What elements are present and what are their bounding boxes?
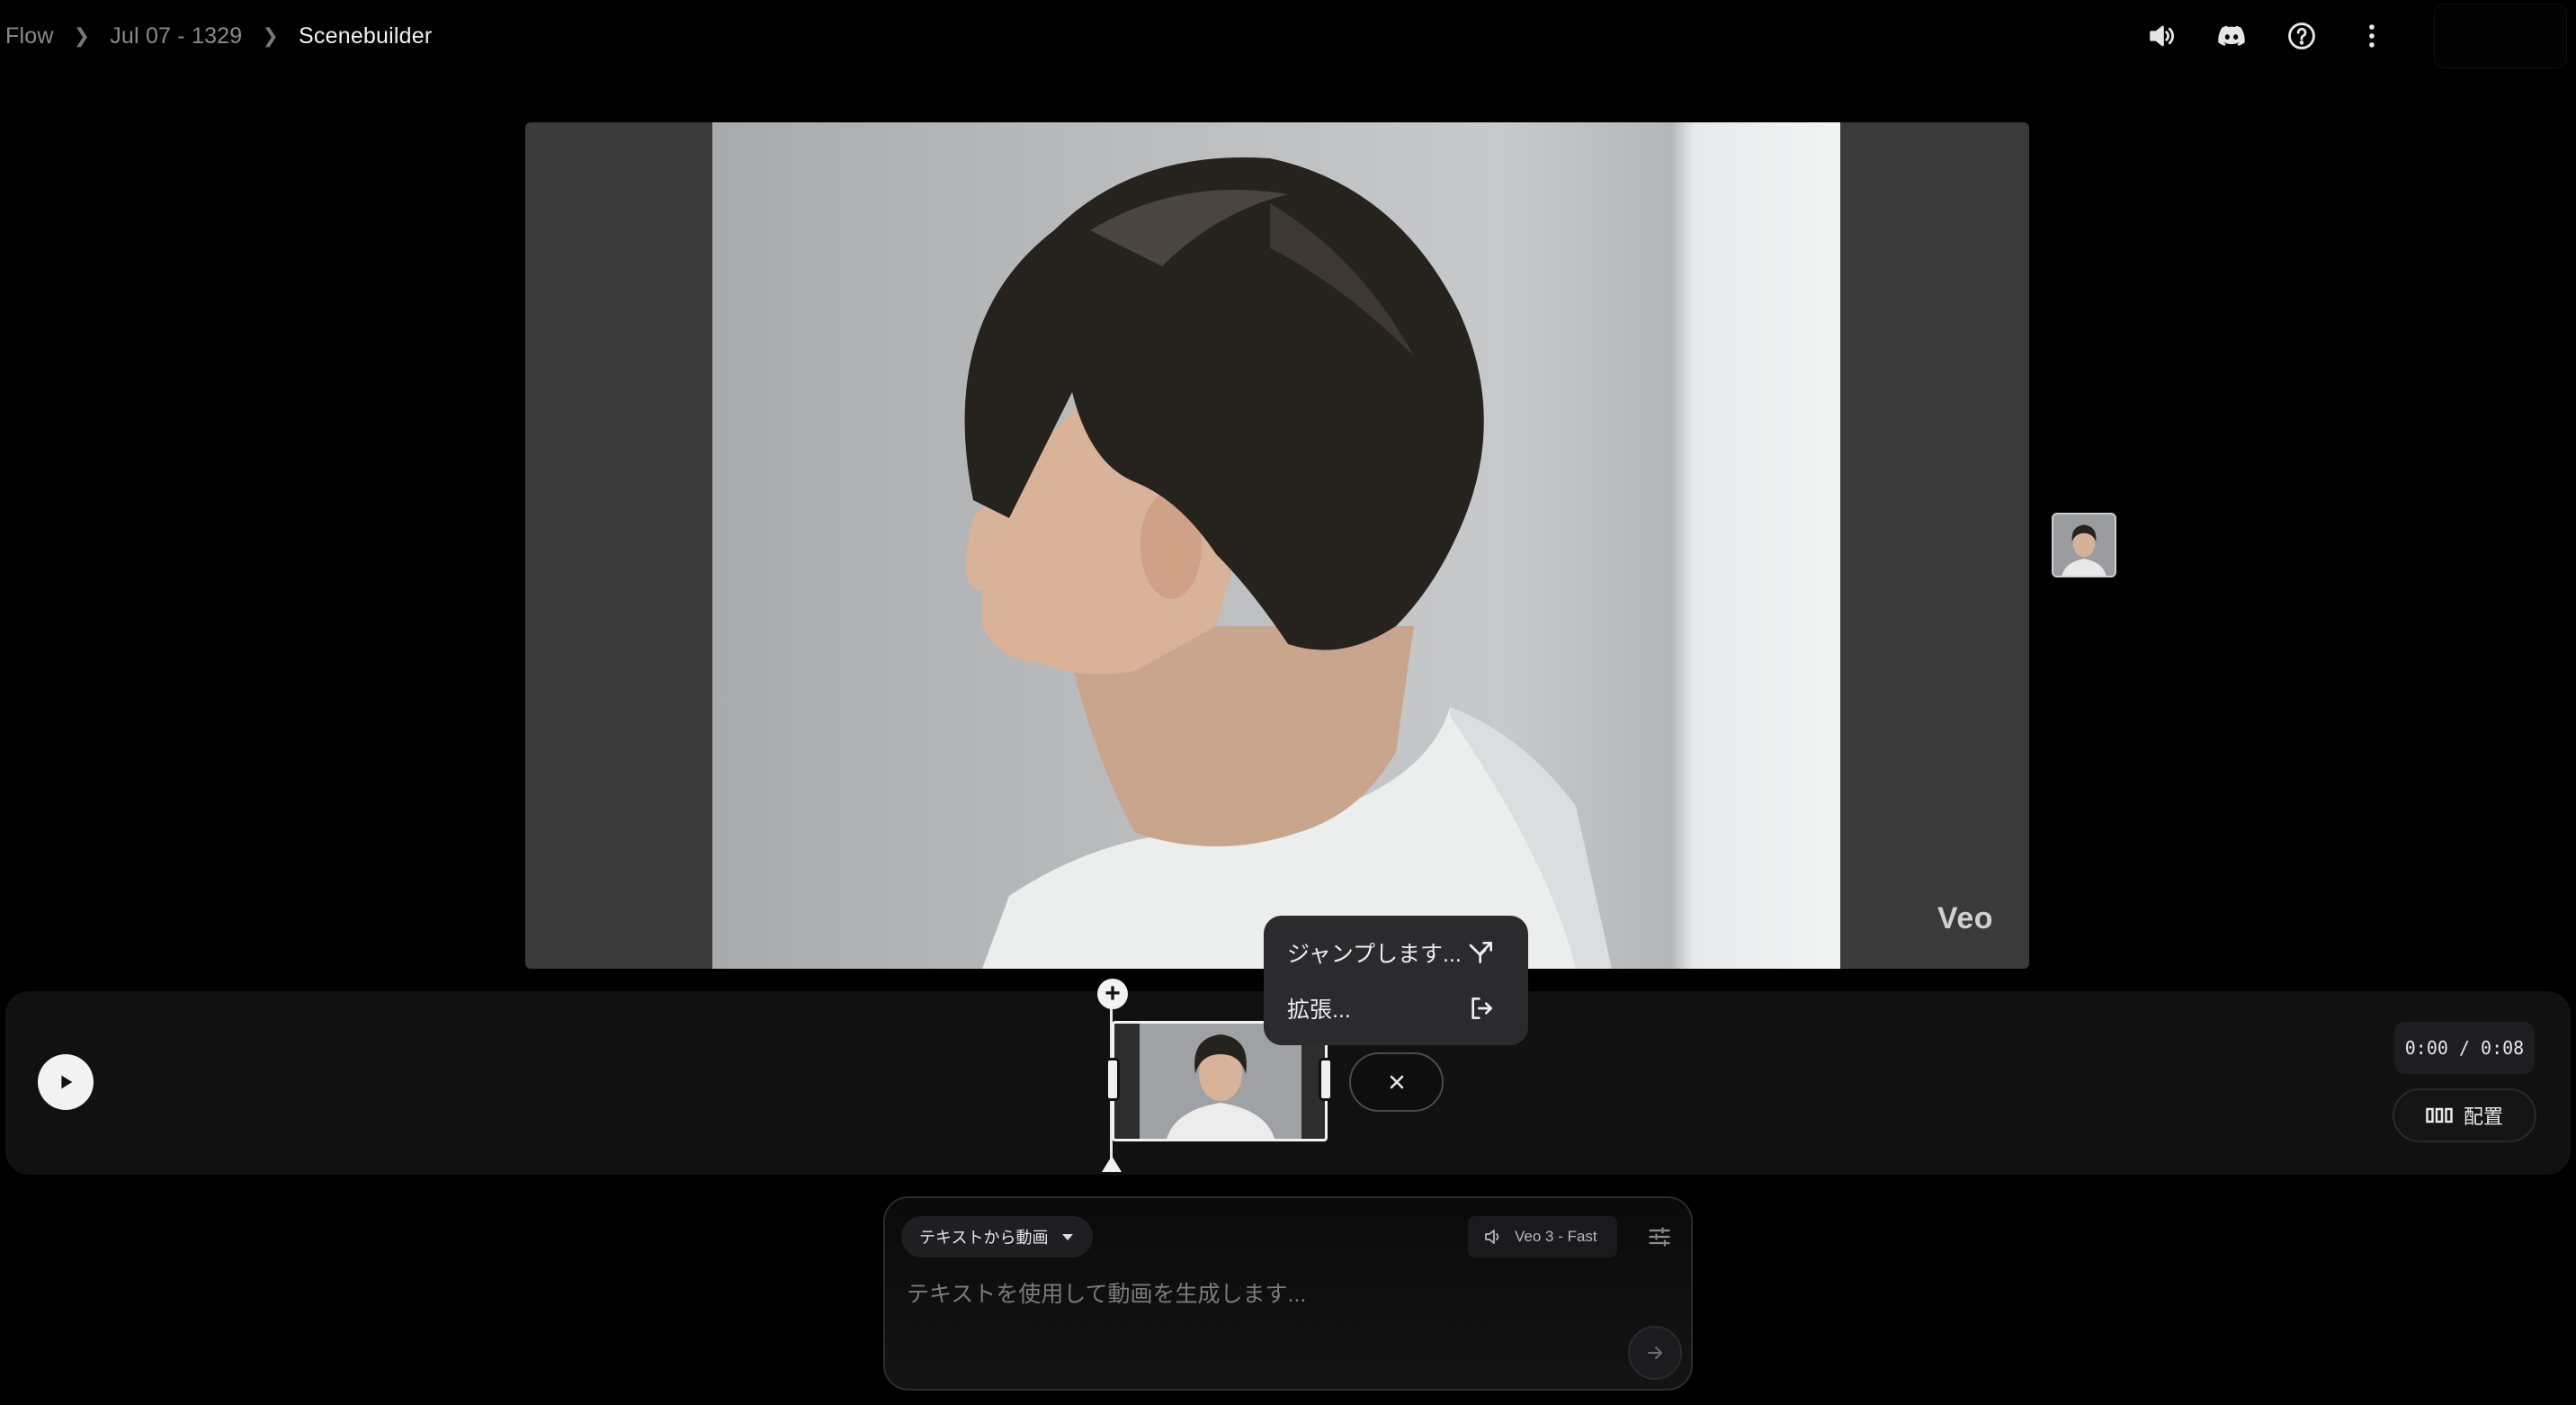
- chevron-right-icon: ❯: [73, 24, 91, 47]
- send-button[interactable]: [1628, 1326, 1682, 1380]
- model-selector[interactable]: Veo 3 - Fast: [1468, 1216, 1617, 1257]
- jump-icon: [1469, 942, 1492, 963]
- side-thumbnail-image: [2053, 515, 2115, 576]
- help-icon[interactable]: [2267, 0, 2337, 72]
- scenebuilder-page: Flow ❯ Jul 07 - 1329 ❯ Scenebuilder Veo …: [0, 0, 2576, 1405]
- volume-icon[interactable]: [2126, 0, 2196, 72]
- close-button[interactable]: [1349, 1052, 1444, 1112]
- play-button[interactable]: [38, 1054, 94, 1110]
- veo-watermark: Veo: [1937, 901, 1993, 935]
- clip-trim-start-handle[interactable]: [1105, 1058, 1120, 1101]
- breadcrumb: Flow ❯ Jul 07 - 1329 ❯ Scenebuilder: [5, 18, 432, 54]
- breadcrumb-flow[interactable]: Flow: [5, 23, 54, 49]
- mode-dropdown-label: テキストから動画: [919, 1229, 1049, 1247]
- prompt-composer: テキストから動画 Veo 3 - Fast: [883, 1196, 1693, 1391]
- clip-trim-end-handle[interactable]: [1319, 1058, 1333, 1101]
- arrange-label: 配置: [2463, 1105, 2503, 1128]
- breadcrumb-project[interactable]: Jul 07 - 1329: [110, 23, 242, 49]
- menu-item-jump[interactable]: ジャンプします...: [1264, 925, 1528, 980]
- menu-item-extend[interactable]: 拡張...: [1264, 980, 1528, 1036]
- side-thumbnail[interactable]: [2052, 513, 2116, 577]
- more-vert-icon[interactable]: [2337, 0, 2407, 72]
- clip-action-menu: ジャンプします... 拡張...: [1264, 916, 1528, 1045]
- discord-icon[interactable]: [2196, 0, 2267, 72]
- model-label: Veo 3 - Fast: [1515, 1228, 1597, 1245]
- account-button[interactable]: [2434, 4, 2567, 68]
- close-icon: [1390, 1075, 1403, 1089]
- video-frame-image: [964, 157, 1612, 969]
- volume-icon: [1485, 1230, 1499, 1244]
- menu-item-jump-label: ジャンプします...: [1287, 942, 1462, 967]
- video-preview[interactable]: Veo: [525, 122, 2029, 969]
- tune-settings-button[interactable]: [1639, 1216, 1680, 1257]
- play-icon: [61, 1075, 73, 1089]
- header-actions: [2126, 0, 2576, 72]
- prompt-input[interactable]: [907, 1274, 1662, 1315]
- mode-dropdown[interactable]: テキストから動画: [901, 1216, 1094, 1257]
- arrange-icon: [2426, 1107, 2453, 1123]
- extend-icon: [1471, 998, 1492, 1019]
- arrow-right-icon: [1648, 1347, 1662, 1359]
- breadcrumb-current: Scenebuilder: [299, 22, 433, 49]
- tune-icon: [1649, 1227, 1670, 1247]
- add-clip-button[interactable]: +: [1097, 979, 1128, 1009]
- playhead-handle[interactable]: [1102, 1156, 1122, 1172]
- time-display: 0:00 / 0:08: [2394, 1022, 2535, 1074]
- video-frame: [712, 122, 1840, 969]
- caret-down-icon: [1062, 1233, 1074, 1240]
- menu-item-extend-label: 拡張...: [1287, 998, 1351, 1023]
- arrange-button[interactable]: 配置: [2393, 1088, 2536, 1142]
- chevron-right-icon: ❯: [262, 24, 280, 47]
